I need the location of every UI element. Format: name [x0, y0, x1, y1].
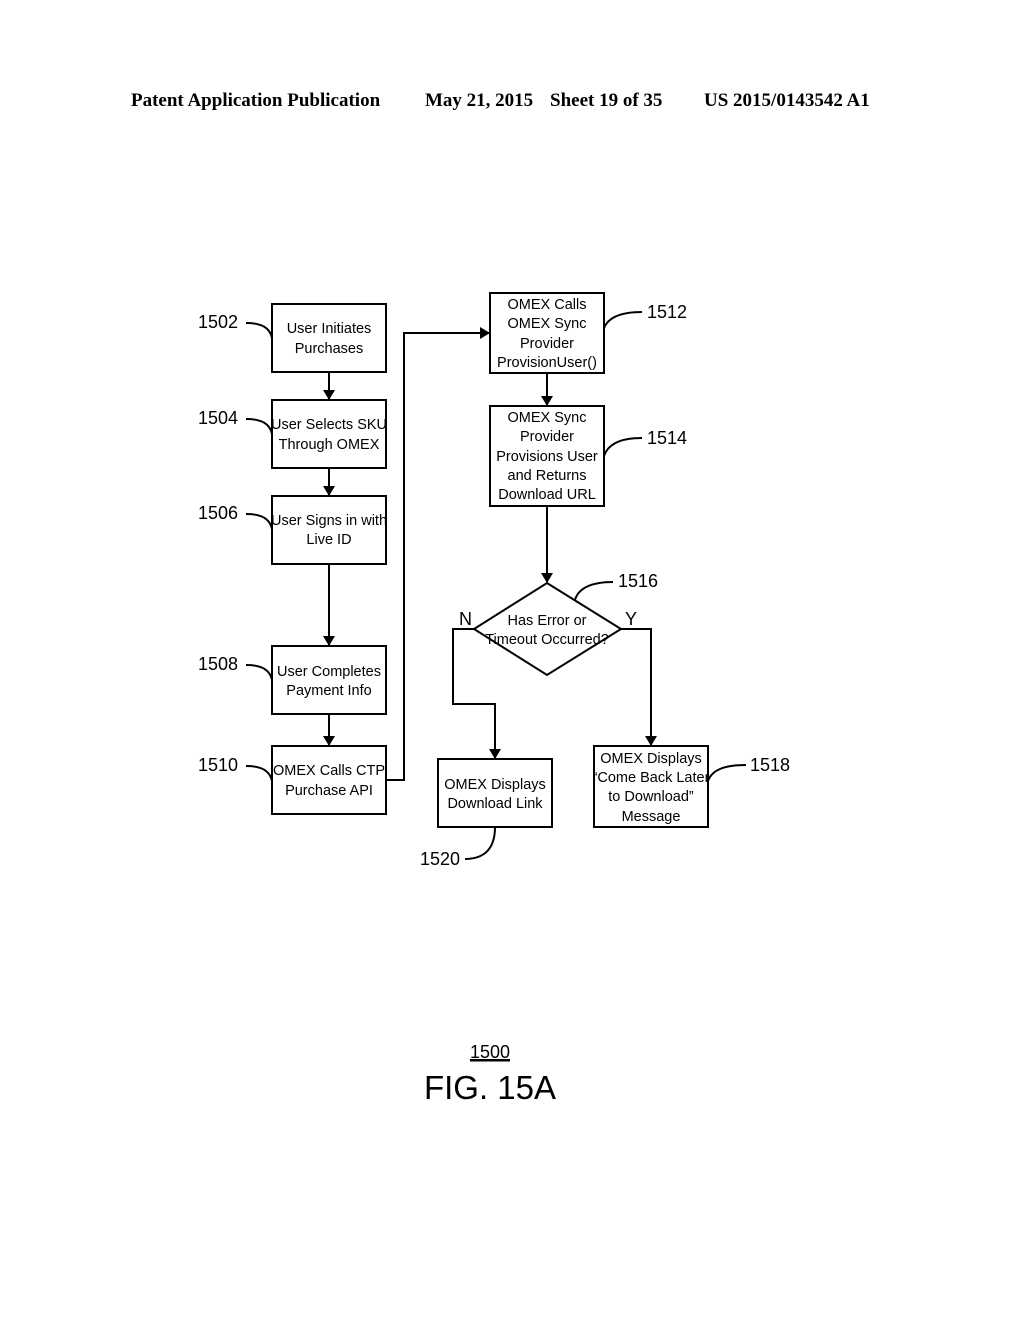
- leader-1518: [707, 764, 747, 782]
- ref-1508: 1508: [198, 654, 238, 674]
- svg-text:User Signs in with: User Signs in with: [271, 513, 387, 529]
- svg-text:Provider: Provider: [520, 336, 574, 352]
- svg-text:Download URL: Download URL: [498, 487, 596, 503]
- node-1520: OMEX Displays Download Link: [437, 758, 553, 828]
- svg-text:and Returns: and Returns: [508, 468, 587, 484]
- svg-text:User Selects SKU: User Selects SKU: [271, 417, 387, 433]
- ref-1516: 1516: [618, 571, 658, 591]
- decision-1516: Has Error or Timeout Occurred?: [472, 581, 623, 677]
- ref-1504: 1504: [198, 408, 238, 428]
- node-1504: User Selects SKU Through OMEX: [271, 399, 387, 469]
- leader-1516: [574, 581, 614, 601]
- arrow-1510-1512: [386, 327, 490, 781]
- svg-text:Through OMEX: Through OMEX: [279, 437, 380, 453]
- svg-text:“Come Back Later: “Come Back Later: [593, 770, 710, 786]
- svg-text:ProvisionUser(): ProvisionUser(): [497, 355, 597, 371]
- leader-1520: [464, 826, 496, 860]
- figure-ref: 1500: [470, 1042, 510, 1062]
- flowchart: User Initiates Purchases User Selects SK…: [198, 292, 790, 1106]
- svg-text:Purchase API: Purchase API: [285, 783, 373, 799]
- svg-text:User Initiates: User Initiates: [287, 321, 372, 337]
- ref-1512: 1512: [647, 302, 687, 322]
- svg-text:OMEX Sync: OMEX Sync: [508, 316, 587, 332]
- svg-text:Timeout Occurred?: Timeout Occurred?: [485, 632, 609, 648]
- leader-1514: [603, 437, 643, 457]
- svg-text:Download Link: Download Link: [447, 796, 543, 812]
- svg-text:Payment Info: Payment Info: [286, 683, 371, 699]
- ref-1506: 1506: [198, 503, 238, 523]
- node-1510: OMEX Calls CTP Purchase API: [271, 745, 387, 815]
- no-branch-label: N: [459, 609, 472, 629]
- svg-text:OMEX Sync: OMEX Sync: [508, 410, 587, 426]
- svg-text:Message: Message: [622, 809, 681, 825]
- svg-text:OMEX Displays: OMEX Displays: [600, 751, 702, 767]
- arrow-yes-1518: [621, 628, 657, 746]
- svg-text:OMEX Calls CTP: OMEX Calls CTP: [273, 763, 385, 779]
- node-1506: User Signs in with Live ID: [271, 495, 387, 565]
- leader-1510: [245, 765, 273, 782]
- svg-text:Purchases: Purchases: [295, 341, 364, 357]
- yes-branch-label: Y: [625, 609, 637, 629]
- svg-text:Live ID: Live ID: [306, 532, 351, 548]
- ref-1514: 1514: [647, 428, 687, 448]
- svg-text:OMEX Calls: OMEX Calls: [508, 297, 587, 313]
- arrow-no-1520: [452, 628, 501, 759]
- node-1508: User Completes Payment Info: [271, 645, 387, 715]
- node-1502: User Initiates Purchases: [271, 303, 387, 373]
- node-1512: OMEX Calls OMEX Sync Provider ProvisionU…: [489, 292, 605, 374]
- node-1514: OMEX Sync Provider Provisions User and R…: [489, 405, 605, 507]
- leader-1506: [245, 513, 273, 530]
- leader-1508: [245, 664, 273, 681]
- svg-text:Provisions User: Provisions User: [496, 449, 598, 465]
- svg-text:User Completes: User Completes: [277, 664, 381, 680]
- ref-1502: 1502: [198, 312, 238, 332]
- svg-text:OMEX Displays: OMEX Displays: [444, 777, 546, 793]
- svg-text:to Download”: to Download”: [608, 789, 694, 805]
- svg-text:Has Error or: Has Error or: [508, 613, 587, 629]
- node-1518: OMEX Displays “Come Back Later to Downlo…: [593, 745, 710, 828]
- ref-1520: 1520: [420, 849, 460, 869]
- leader-1502: [245, 322, 273, 339]
- figure-title: FIG. 15A: [424, 1069, 556, 1106]
- leader-1504: [245, 418, 273, 435]
- ref-1510: 1510: [198, 755, 238, 775]
- ref-1518: 1518: [750, 755, 790, 775]
- leader-1512: [603, 311, 643, 329]
- svg-text:Provider: Provider: [520, 429, 574, 445]
